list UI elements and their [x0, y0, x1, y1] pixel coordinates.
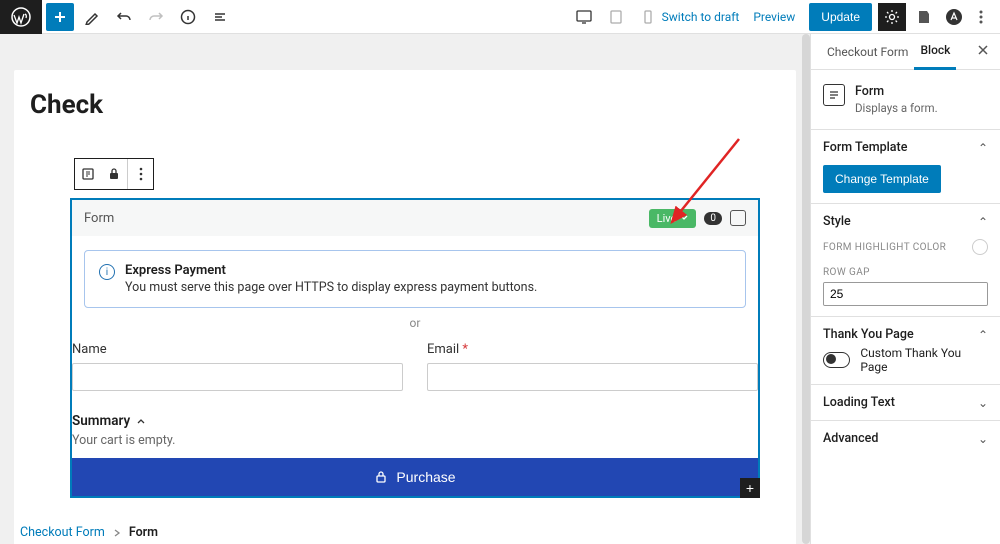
- settings-sidebar: Checkout Form Block Form Displays a form…: [810, 34, 1000, 544]
- chevron-up-icon: [136, 416, 146, 426]
- purchase-button[interactable]: Purchase +: [72, 458, 758, 496]
- breadcrumb-root[interactable]: Checkout Form: [20, 525, 105, 540]
- rowgap-input[interactable]: [824, 283, 988, 305]
- chevron-up-icon: ⌃: [978, 328, 988, 342]
- cart-icon[interactable]: [730, 210, 746, 226]
- form-block[interactable]: Form Live 0 i Express Payment: [70, 198, 760, 498]
- panel-loading-text[interactable]: Loading Text⌄: [823, 395, 988, 410]
- block-description: Displays a form.: [855, 101, 938, 115]
- tab-block[interactable]: Block: [914, 34, 956, 70]
- highlight-color-label: FORM HIGHLIGHT COLOR: [823, 242, 946, 253]
- edit-tool-icon[interactable]: [78, 3, 106, 31]
- chevron-up-icon: ⌃: [978, 215, 988, 229]
- email-label: Email *: [427, 342, 758, 357]
- email-input[interactable]: [427, 363, 758, 391]
- cart-empty-text: Your cart is empty.: [72, 433, 758, 448]
- custom-thankyou-label: Custom Thank You Page: [860, 346, 988, 374]
- add-block-button[interactable]: [46, 3, 74, 31]
- breadcrumb: Checkout Form Form: [20, 525, 158, 540]
- lock-icon: [374, 470, 388, 484]
- block-toolbar: [74, 158, 154, 190]
- block-card: Form Displays a form.: [823, 80, 988, 119]
- wp-logo[interactable]: [0, 0, 42, 34]
- tablet-preview-icon[interactable]: [602, 3, 630, 31]
- chevron-right-icon: [113, 529, 121, 537]
- mobile-preview-icon[interactable]: [634, 3, 662, 31]
- page-title[interactable]: Check: [30, 90, 103, 120]
- form-block-icon: [823, 84, 845, 106]
- block-more-icon[interactable]: [127, 159, 153, 189]
- items-count-badge: 0: [704, 212, 722, 225]
- chevron-down-icon: [680, 214, 688, 222]
- plugin-icon-2[interactable]: [940, 3, 968, 31]
- chevron-up-icon: ⌃: [978, 141, 988, 155]
- info-icon[interactable]: [174, 3, 202, 31]
- undo-icon[interactable]: [110, 3, 138, 31]
- chevron-down-icon: ⌄: [978, 396, 988, 410]
- panel-form-template[interactable]: Form Template⌃: [823, 140, 988, 155]
- summary-toggle[interactable]: Summary: [72, 413, 758, 429]
- redo-icon[interactable]: [142, 3, 170, 31]
- change-template-button[interactable]: Change Template: [823, 165, 941, 193]
- panel-advanced[interactable]: Advanced⌄: [823, 431, 988, 446]
- rowgap-label: ROW GAP: [823, 267, 870, 278]
- form-block-header: Form Live 0: [72, 200, 758, 236]
- more-menu-icon[interactable]: [970, 9, 992, 25]
- close-sidebar-icon[interactable]: [976, 43, 990, 60]
- update-button[interactable]: Update: [809, 3, 872, 31]
- breadcrumb-current: Form: [129, 525, 158, 540]
- panel-thank-you[interactable]: Thank You Page⌃: [823, 327, 988, 342]
- preview-link[interactable]: Preview: [753, 10, 795, 24]
- tab-post[interactable]: Checkout Form: [821, 34, 914, 70]
- lock-icon[interactable]: [101, 159, 127, 189]
- express-payment-notice: i Express Payment You must serve this pa…: [84, 250, 746, 308]
- or-separator: or: [72, 316, 758, 330]
- name-label: Name: [72, 342, 403, 357]
- express-text: You must serve this page over HTTPS to d…: [125, 280, 537, 295]
- express-title: Express Payment: [125, 263, 537, 278]
- color-swatch[interactable]: [972, 239, 988, 255]
- name-input[interactable]: [72, 363, 403, 391]
- panel-style[interactable]: Style⌃: [823, 214, 988, 229]
- block-title: Form: [855, 84, 938, 99]
- form-block-label: Form: [84, 211, 114, 226]
- add-block-fab[interactable]: +: [740, 478, 760, 498]
- info-circle-icon: i: [99, 264, 115, 280]
- chevron-down-icon: ⌄: [978, 432, 988, 446]
- settings-gear-icon[interactable]: [878, 3, 906, 31]
- switch-to-draft-link[interactable]: Switch to draft: [662, 10, 740, 24]
- desktop-preview-icon[interactable]: [570, 3, 598, 31]
- plugin-icon-1[interactable]: [910, 3, 938, 31]
- outline-icon[interactable]: [206, 3, 234, 31]
- custom-thankyou-toggle[interactable]: [823, 352, 850, 368]
- live-mode-badge[interactable]: Live: [649, 209, 697, 228]
- block-type-icon[interactable]: [75, 159, 101, 189]
